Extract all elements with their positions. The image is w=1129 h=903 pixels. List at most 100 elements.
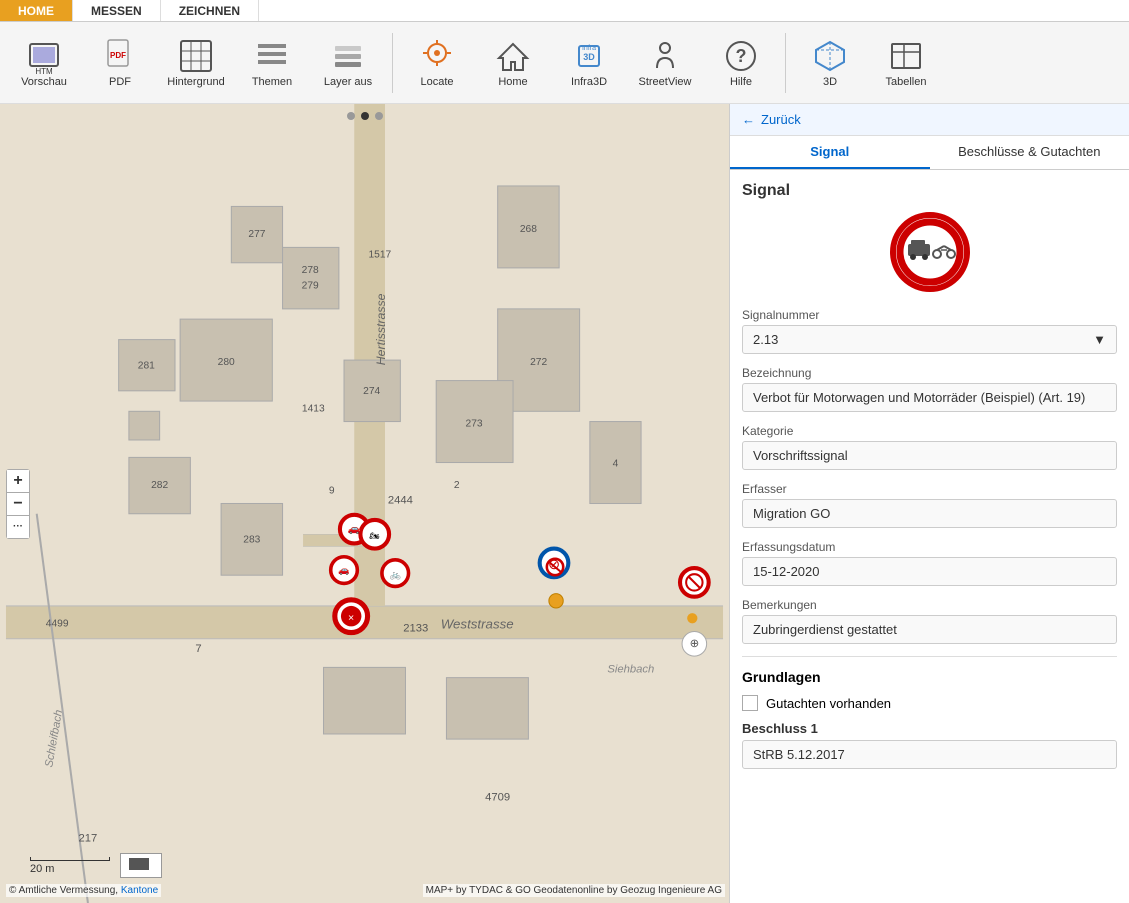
svg-text:?: ? xyxy=(736,46,747,66)
svg-text:283: 283 xyxy=(243,534,260,545)
gutachten-checkbox[interactable] xyxy=(742,695,758,711)
signalnummer-text: 2.13 xyxy=(753,332,778,347)
home-label: Home xyxy=(498,76,527,88)
infra3d-label: Infra3D xyxy=(571,76,607,88)
erfassungsdatum-label: Erfassungsdatum xyxy=(742,540,1117,554)
svg-text:Hertisstrasse: Hertisstrasse xyxy=(374,293,388,365)
erfasser-label: Erfasser xyxy=(742,482,1117,496)
streetview-label: StreetView xyxy=(639,76,692,88)
beschluss-label: Beschluss 1 xyxy=(742,721,1117,736)
svg-text:280: 280 xyxy=(218,357,235,368)
svg-text:1517: 1517 xyxy=(368,250,391,261)
zoom-out-button[interactable]: − xyxy=(7,493,29,515)
svg-text:🚗: 🚗 xyxy=(348,524,361,535)
svg-text:🚗: 🚗 xyxy=(338,565,349,576)
svg-text:7: 7 xyxy=(195,643,201,655)
zoom-controls: + − ··· xyxy=(6,469,30,539)
svg-text:⊕: ⊕ xyxy=(690,638,699,650)
nav-messen[interactable]: MESSEN xyxy=(73,0,161,21)
tab-signal[interactable]: Signal xyxy=(730,136,930,169)
tab-beschluesse[interactable]: Beschlüsse & Gutachten xyxy=(930,136,1129,169)
tabellen-label: Tabellen xyxy=(886,76,927,88)
themen-button[interactable]: Themen xyxy=(236,26,308,100)
layer-aus-label: Layer aus xyxy=(324,76,372,88)
tabellen-button[interactable]: Tabellen xyxy=(870,26,942,100)
svg-text:✕: ✕ xyxy=(348,613,355,622)
svg-text:9: 9 xyxy=(329,485,335,496)
locate-label: Locate xyxy=(420,76,453,88)
hilfe-icon: ? xyxy=(723,38,759,74)
vorschau-icon: HTM xyxy=(26,38,62,74)
svg-text:🏍: 🏍 xyxy=(370,531,381,540)
erfassungsdatum-group: Erfassungsdatum 15-12-2020 xyxy=(742,540,1117,586)
toolbar-divider-1 xyxy=(392,33,393,93)
kategorie-label: Kategorie xyxy=(742,424,1117,438)
svg-text:3D: 3D xyxy=(583,52,595,62)
erfasser-value: Migration GO xyxy=(742,499,1117,528)
map-credit-right: MAP+ by TYDAC & GO Geodatenonline by Geo… xyxy=(423,884,725,897)
3d-button[interactable]: 3D xyxy=(794,26,866,100)
erfassungsdatum-value: 15-12-2020 xyxy=(742,557,1117,586)
dot-2[interactable] xyxy=(361,112,369,120)
svg-text:273: 273 xyxy=(466,419,483,430)
hilfe-label: Hilfe xyxy=(730,76,752,88)
layer-aus-button[interactable]: Layer aus xyxy=(312,26,384,100)
signalnummer-arrow-icon: ▼ xyxy=(1093,332,1106,347)
svg-text:🚲: 🚲 xyxy=(389,569,400,580)
bezeichnung-value: Verbot für Motorwagen und Motorräder (Be… xyxy=(742,383,1117,412)
grundlagen-section: Grundlagen Gutachten vorhanden Beschluss… xyxy=(742,656,1117,769)
svg-text:268: 268 xyxy=(520,224,537,235)
bezeichnung-label: Bezeichnung xyxy=(742,366,1117,380)
map-area[interactable]: 268 277 278 279 280 281 282 283 272 xyxy=(0,104,729,903)
dot-3[interactable] xyxy=(375,112,383,120)
pdf-button[interactable]: PDF PDF xyxy=(84,26,156,100)
back-label: Zurück xyxy=(761,112,801,127)
svg-text:2444: 2444 xyxy=(388,495,413,507)
svg-text:PDF: PDF xyxy=(110,51,126,60)
beschluss-value: StRB 5.12.2017 xyxy=(742,740,1117,769)
dot-1[interactable] xyxy=(347,112,355,120)
svg-text:4499: 4499 xyxy=(46,618,69,629)
svg-text:Weststrasse: Weststrasse xyxy=(441,616,514,631)
gutachten-checkbox-row: Gutachten vorhanden xyxy=(742,695,1117,711)
svg-text:277: 277 xyxy=(248,229,265,240)
toolbar-divider-2 xyxy=(785,33,786,93)
streetview-button[interactable]: StreetView xyxy=(629,26,701,100)
gutachten-label: Gutachten vorhanden xyxy=(766,696,891,711)
zoom-in-button[interactable]: + xyxy=(7,470,29,492)
map-legend xyxy=(120,853,162,878)
svg-text:Siehbach: Siehbach xyxy=(607,664,654,676)
panel-tabs: Signal Beschlüsse & Gutachten xyxy=(730,136,1129,170)
svg-text:4709: 4709 xyxy=(485,792,510,804)
tabellen-icon xyxy=(888,38,924,74)
streetview-icon xyxy=(647,38,683,74)
signalnummer-label: Signalnummer xyxy=(742,308,1117,322)
erfasser-group: Erfasser Migration GO xyxy=(742,482,1117,528)
signalnummer-value[interactable]: 2.13 ▼ xyxy=(742,325,1117,354)
home-button[interactable]: Home xyxy=(477,26,549,100)
right-panel: ← Zurück Signal Beschlüsse & Gutachten S… xyxy=(729,104,1129,903)
svg-text:278: 278 xyxy=(302,265,319,276)
infra3d-icon: 3DInfra xyxy=(571,38,607,74)
kategorie-value: Vorschriftssignal xyxy=(742,441,1117,470)
layer-aus-icon xyxy=(330,38,366,74)
back-button[interactable]: ← Zurück xyxy=(730,104,1129,136)
dots-nav xyxy=(347,112,383,120)
toolbar: HTM Vorschau PDF PDF Hintergrund Themen … xyxy=(0,22,1129,104)
hilfe-button[interactable]: ? Hilfe xyxy=(705,26,777,100)
kantone-link[interactable]: Kantone xyxy=(121,885,158,896)
bemerkungen-value: Zubringerdienst gestattet xyxy=(742,615,1117,644)
nav-zeichnen[interactable]: ZEICHNEN xyxy=(161,0,259,21)
svg-text:HTM: HTM xyxy=(35,67,53,74)
locate-button[interactable]: Locate xyxy=(401,26,473,100)
vorschau-button[interactable]: HTM Vorschau xyxy=(8,26,80,100)
zoom-dots-button[interactable]: ··· xyxy=(7,516,29,538)
pdf-label: PDF xyxy=(109,76,131,88)
vorschau-label: Vorschau xyxy=(21,76,67,88)
3d-icon xyxy=(812,38,848,74)
bemerkungen-group: Bemerkungen Zubringerdienst gestattet xyxy=(742,598,1117,644)
hintergrund-button[interactable]: Hintergrund xyxy=(160,26,232,100)
bemerkungen-label: Bemerkungen xyxy=(742,598,1117,612)
infra3d-button[interactable]: 3DInfra Infra3D xyxy=(553,26,625,100)
nav-home[interactable]: HOME xyxy=(0,0,73,21)
